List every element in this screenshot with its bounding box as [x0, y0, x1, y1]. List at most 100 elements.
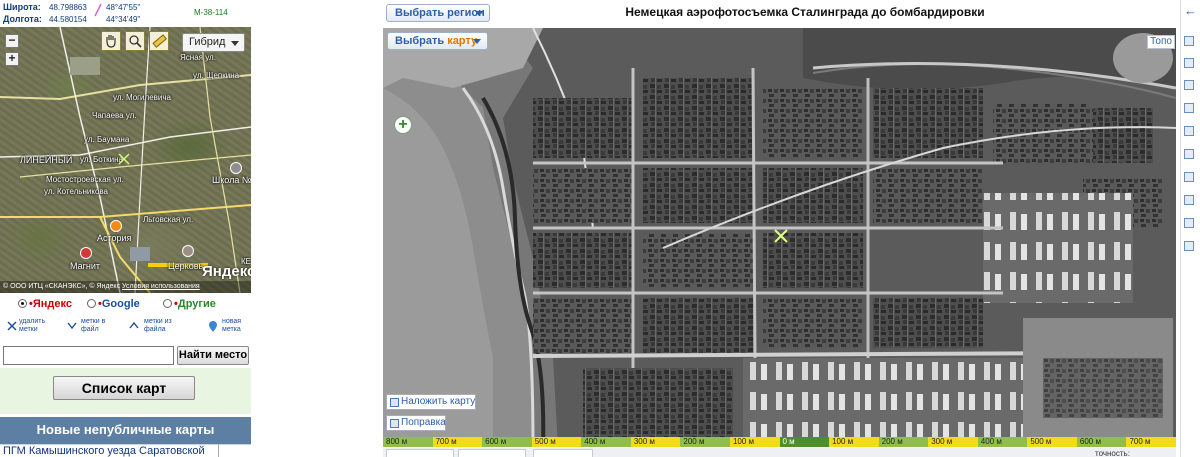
minimap-zoom-out[interactable]: − [5, 34, 19, 48]
marks-from-file-link[interactable]: метки из файла [144, 318, 172, 334]
scale-ruler: 800 м 700 м 600 м 500 м 400 м 300 м 200 м 100 м… [383, 437, 1176, 447]
ruler-icon [152, 34, 167, 48]
new-mark-icon [209, 321, 217, 332]
tool-icon[interactable] [1184, 172, 1194, 182]
new-maps-header: Новые непубличные карты [0, 417, 251, 444]
coordinates-readout: Широта: 48.798863 48°47'55" Долгота: 44.… [0, 0, 251, 26]
scale-segment: 500 м [1027, 437, 1077, 447]
bottom-tab[interactable] [458, 449, 526, 457]
left-panel: Широта: 48.798863 48°47'55" Долгота: 44.… [0, 0, 251, 457]
new-mark-line1: новая [222, 318, 242, 325]
import-marks-icon [129, 321, 139, 329]
scale-segment: 300 м [928, 437, 978, 447]
delete-marks-line1: удалить [19, 318, 46, 325]
mini-map[interactable]: − + Гибрид Ясная ул. ул. Щепкина ул. Мог… [0, 27, 251, 293]
scale-segment: 600 м [1076, 437, 1127, 447]
label-astoria: Астория [97, 233, 132, 243]
longitude-decimal: 44.580154 [49, 15, 87, 24]
tool-icon[interactable] [1184, 80, 1194, 90]
label-lgovskaya: Льговская ул. [143, 215, 194, 224]
zoom-tool[interactable] [125, 31, 145, 51]
label-botkina: ул. Боткина [80, 155, 123, 164]
new-mark-link[interactable]: новая метка [222, 318, 241, 334]
provider-other[interactable]: •Другие [163, 298, 216, 310]
label-mogilevicha: ул. Могилевича [113, 93, 171, 102]
label-kotelnikova: ул. Котельникова [44, 187, 108, 196]
arrow-left-icon[interactable]: ← [1184, 3, 1197, 18]
terms-link[interactable]: Условия использования [122, 283, 200, 290]
yandex-logo: Яндекс [202, 263, 251, 280]
tool-icon[interactable] [1184, 149, 1194, 159]
tool-icon[interactable] [1184, 58, 1194, 68]
scale-segment: 400 м [977, 437, 1028, 447]
divider [218, 444, 219, 457]
restaurant-icon[interactable] [110, 220, 122, 232]
provider-other-label: Другие [177, 298, 216, 310]
map-sheet-code[interactable]: M-38-114 [194, 8, 228, 17]
bottom-tab[interactable] [386, 449, 454, 457]
new-maps-item[interactable]: ПГМ Камышинского уезда Саратовской [0, 444, 251, 457]
tool-icon[interactable] [1184, 218, 1194, 228]
ruler-tool[interactable] [149, 31, 169, 51]
longitude-dms: 44°34'49" [106, 15, 141, 24]
delete-marks-icon [7, 321, 17, 331]
latitude-dms: 48°47'55" [106, 3, 141, 12]
scale-segment: 500 м [531, 437, 582, 447]
scale-segment: 0 м [779, 437, 830, 447]
map-layer-select[interactable]: Гибрид [182, 33, 245, 52]
correction-button[interactable]: Поправка [386, 415, 446, 431]
marks-from-file-line2: файла [144, 326, 166, 333]
church-icon[interactable] [182, 245, 194, 257]
overlay-map-button[interactable]: Наложить карту [386, 394, 476, 410]
aerial-photo-map[interactable] [383, 28, 1176, 447]
minimap-zoom-in[interactable]: + [5, 52, 19, 66]
tool-icon[interactable] [1184, 103, 1194, 113]
choose-map-button[interactable]: Выбрать карту [387, 32, 488, 50]
latitude-decimal: 48.798863 [49, 3, 87, 12]
school-icon[interactable] [230, 162, 242, 174]
right-sidebar [1180, 0, 1200, 457]
label-shchepkina: ул. Щепкина [193, 71, 240, 80]
add-mark-button[interactable]: + [394, 116, 412, 134]
tool-icon[interactable] [1184, 241, 1194, 251]
place-search: Найти место [3, 346, 249, 366]
aerial-photo [383, 28, 1176, 447]
choose-region-button[interactable]: Выбрать регион [386, 4, 490, 22]
hand-tool[interactable] [101, 31, 121, 51]
label-baumana: ул. Баумана [84, 135, 130, 144]
provider-google[interactable]: •Google [87, 298, 140, 310]
chevron-down-icon [473, 39, 481, 44]
marks-from-file-line1: метки из [144, 318, 172, 325]
shop-icon[interactable] [80, 247, 92, 259]
label-chapaeva: Чапаева ул. [92, 111, 137, 120]
tool-icon[interactable] [1184, 195, 1194, 205]
scale-segment: 300 м [630, 437, 681, 447]
export-marks-icon [67, 322, 77, 330]
scale-segment: 100 м [729, 437, 780, 447]
overlay-map-label: Наложить карту [401, 396, 476, 407]
cursor-marker-icon [118, 153, 130, 165]
topo-toggle-button[interactable]: Топо [1147, 35, 1175, 49]
provider-yandex[interactable]: •Яндекс [18, 298, 72, 310]
scale-segment: 700 м [432, 437, 483, 447]
label-magnit: Магнит [70, 261, 101, 271]
place-search-input[interactable] [3, 346, 174, 365]
pin-icon [94, 3, 102, 17]
bottom-tab[interactable] [533, 449, 593, 457]
app-window: Широта: 48.798863 48°47'55" Долгота: 44.… [0, 0, 1200, 457]
choose-map-prefix: Выбрать [395, 35, 445, 47]
label-tserkov: Церковь [168, 261, 204, 271]
page-title: Немецкая аэрофотосъемка Сталинграда до б… [625, 5, 985, 19]
delete-marks-link[interactable]: удалить метки [19, 318, 45, 334]
delete-marks-line2: метки [19, 326, 38, 333]
scale-segment: 200 м [878, 437, 929, 447]
choose-region-label: Выбрать регион [395, 7, 485, 19]
find-place-button[interactable]: Найти место [177, 346, 249, 365]
map-list-button[interactable]: Список карт [53, 376, 195, 400]
marks-to-file-link[interactable]: метки в файл [81, 318, 105, 334]
tool-icon[interactable] [1184, 36, 1194, 46]
tool-icon[interactable] [1184, 126, 1194, 136]
scale-segment: 200 м [680, 437, 730, 447]
marks-to-file-line2: файл [81, 326, 99, 333]
radio-icon [87, 299, 96, 308]
